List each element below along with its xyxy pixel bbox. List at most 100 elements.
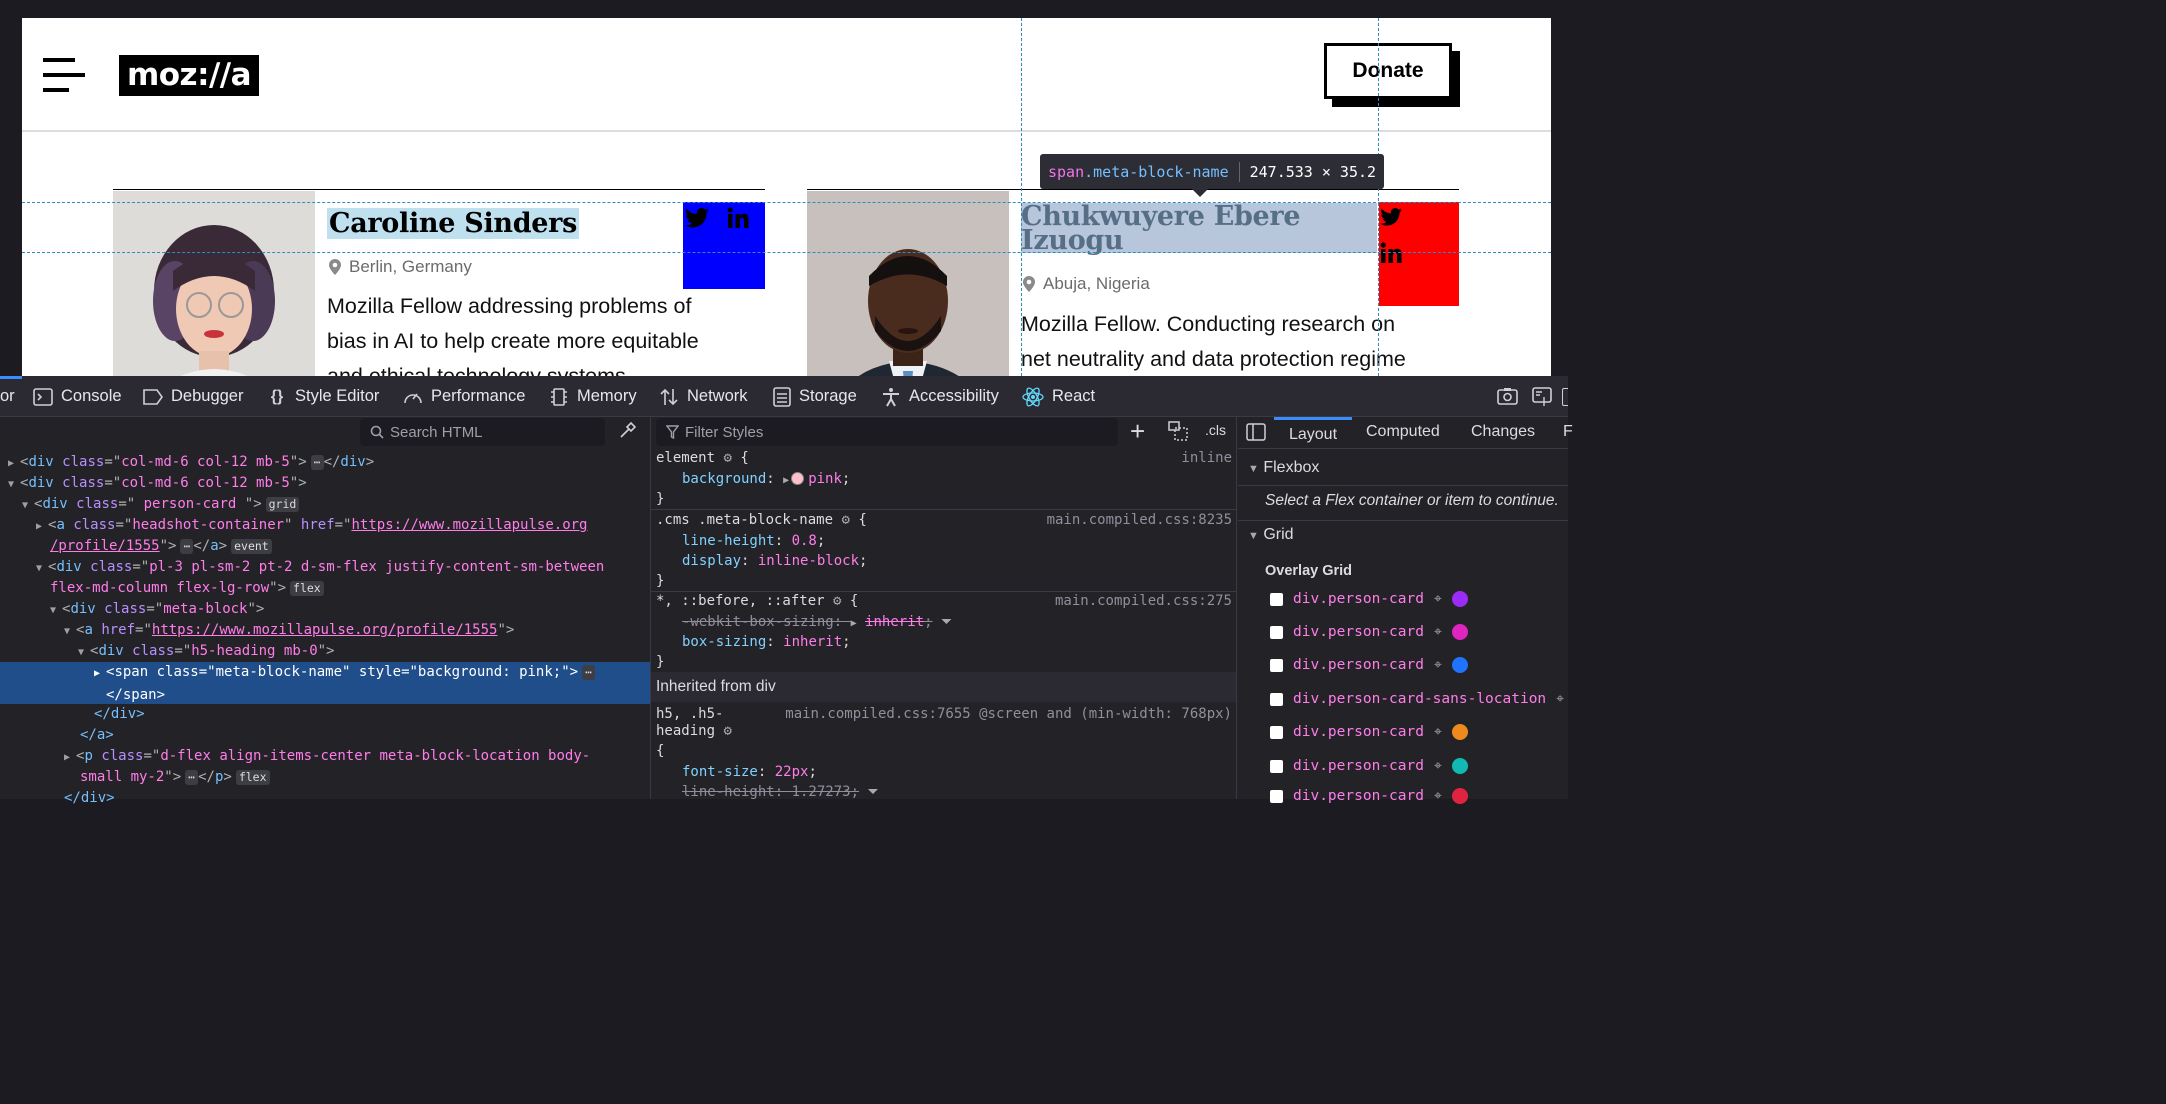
grid-color-swatch[interactable] <box>1451 624 1468 640</box>
search-html-input[interactable]: Search HTML <box>360 418 605 446</box>
tab-storage[interactable]: Storage <box>773 376 857 417</box>
grid-color-swatch[interactable] <box>1451 758 1468 774</box>
tab-inspector[interactable]: or <box>0 376 15 417</box>
memory-icon <box>551 387 567 406</box>
highlighter-guide <box>22 252 1551 253</box>
checkbox[interactable] <box>1270 725 1283 739</box>
checkbox[interactable] <box>1270 789 1283 803</box>
mozilla-logo[interactable]: moz://a <box>119 55 259 96</box>
flexbox-section-header[interactable]: ▼ Flexbox <box>1248 459 1319 477</box>
markup-node[interactable]: ▼ <div class="h5-heading mb-0"> <box>0 641 650 664</box>
markup-node[interactable]: ▼ <div class="col-md-6 col-12 mb-5"> <box>0 473 650 496</box>
tab-performance[interactable]: Performance <box>403 376 525 417</box>
react-icon <box>1022 386 1044 407</box>
headshot-photo[interactable] <box>113 191 315 376</box>
checkbox[interactable] <box>1270 692 1283 706</box>
linkedin-icon[interactable] <box>1380 242 1402 264</box>
rule-source[interactable]: inline <box>1181 448 1232 469</box>
markup-node[interactable]: ▼ <a href="https://www.mozillapulse.org/p… <box>0 620 650 643</box>
checkbox[interactable] <box>1270 658 1283 672</box>
grid-overlay-item[interactable]: div.person-card ⌖ <box>1270 618 1468 646</box>
tab-computed[interactable]: Computed <box>1366 417 1440 448</box>
panel-divider[interactable] <box>650 417 651 799</box>
rule-declaration-overridden[interactable]: line-height: 1.27273; ⏷ <box>656 782 879 803</box>
toggle-sidebar-icon[interactable] <box>1246 423 1266 441</box>
grid-color-swatch[interactable] <box>1451 788 1468 804</box>
accessibility-icon <box>883 387 899 406</box>
description-line: and ethical technology systems <box>327 364 626 376</box>
toggle-classes-button[interactable]: .cls <box>1205 422 1226 438</box>
add-rule-icon[interactable]: + <box>1130 417 1145 445</box>
rule-declaration[interactable]: background: ▶ pink; <box>656 469 850 492</box>
twitter-icon[interactable] <box>685 208 709 228</box>
print-simulation-icon[interactable] <box>1167 420 1189 442</box>
headshot-photo[interactable] <box>807 191 1009 376</box>
grid-section-header[interactable]: ▼ Grid <box>1248 526 1294 544</box>
rule-declaration[interactable]: line-height: 0.8; <box>656 531 825 552</box>
donate-button-wrap: Donate <box>1324 43 1460 107</box>
panel-divider[interactable] <box>1236 417 1237 799</box>
twitter-icon[interactable] <box>1380 208 1402 226</box>
markup-node-selected[interactable]: ▶ <span class="meta-block-name" style="ba… <box>0 662 650 704</box>
person-location: Abuja, Nigeria <box>1023 274 1150 294</box>
markup-node[interactable]: ▶ <p class="d-flex align-items-center met… <box>0 746 650 769</box>
rule-declaration[interactable]: font-size: 22px; <box>656 762 817 783</box>
tab-style-editor[interactable]: {} Style Editor <box>267 376 380 417</box>
tab-fonts[interactable]: F <box>1563 417 1573 448</box>
checkbox[interactable] <box>1270 759 1283 773</box>
tab-network[interactable]: Network <box>659 376 748 417</box>
grid-overlay-item[interactable]: div.person-card ⌖ <box>1270 752 1468 780</box>
flex-badge[interactable]: flex <box>235 770 270 785</box>
markup-node-cont: small my-2"> ⋯ </p> flex <box>0 767 650 788</box>
person-name[interactable]: Caroline Sinders <box>327 208 580 239</box>
inherited-header: Inherited from div <box>651 672 1236 702</box>
grid-color-swatch[interactable] <box>1451 591 1468 607</box>
flex-badge[interactable]: flex <box>290 581 324 596</box>
gear-icon: ⚙ <box>841 512 850 528</box>
markup-node[interactable]: ▶ <a class="headshot-container" href="htt… <box>0 515 650 538</box>
tab-changes[interactable]: Changes <box>1471 417 1535 448</box>
tab-debugger[interactable]: Debugger <box>143 376 243 417</box>
linkedin-icon[interactable] <box>727 207 749 229</box>
tooltip-tag: span <box>1048 162 1085 181</box>
filter-icon: ⏷ <box>940 614 953 630</box>
event-badge[interactable]: event <box>231 539 272 554</box>
color-swatch[interactable] <box>791 472 805 485</box>
crosshair-icon: ⌖ <box>1433 788 1442 804</box>
donate-button[interactable]: Donate <box>1324 43 1452 99</box>
checkbox[interactable] <box>1270 625 1283 639</box>
location-text: Abuja, Nigeria <box>1043 274 1150 293</box>
menu-icon[interactable] <box>43 58 85 92</box>
tab-accessibility[interactable]: Accessibility <box>881 376 999 417</box>
eyedropper-icon[interactable] <box>618 420 638 440</box>
screenshot-icon[interactable] <box>1497 387 1518 405</box>
rule-declaration[interactable]: display: inline-block; <box>656 551 867 572</box>
checkbox[interactable] <box>1270 592 1283 606</box>
tab-react[interactable]: React <box>1022 376 1095 417</box>
grid-overlay-item[interactable]: div.person-card ⌖ <box>1270 718 1468 746</box>
grid-overlay-item[interactable]: div.person-card-sans-location ⌖ <box>1270 685 1564 713</box>
grid-overlay-item[interactable]: div.person-card ⌖ <box>1270 651 1468 679</box>
rule-source[interactable]: main.compiled.css:8235 <box>1047 510 1232 531</box>
person-description: Mozilla Fellow. Conducting research on n… <box>1021 307 1406 376</box>
tab-console[interactable]: Console <box>33 376 122 417</box>
markup-node[interactable]: ▼ <div class=" person-card "> grid <box>0 494 650 517</box>
grid-color-swatch[interactable] <box>1451 657 1468 673</box>
more-tools-icon[interactable] <box>1562 388 1568 406</box>
grid-overlay-item[interactable]: div.person-card ⌖ <box>1270 585 1468 613</box>
tab-memory[interactable]: Memory <box>549 376 637 417</box>
rule-selector: element ⚙ { <box>656 450 749 466</box>
markup-node[interactable]: ▼ <div class="pl-3 pl-sm-2 pt-2 d-sm-flex… <box>0 557 650 580</box>
responsive-design-icon[interactable] <box>1532 387 1552 407</box>
grid-color-swatch[interactable] <box>1451 724 1468 740</box>
grid-overlay-item[interactable]: div.person-card ⌖ <box>1270 782 1468 810</box>
markup-node[interactable]: ▼ <div class="meta-block"> <box>0 599 650 622</box>
tab-layout[interactable]: Layout <box>1274 417 1352 448</box>
markup-node[interactable]: ▶ <div class="col-md-6 col-12 mb-5"> ⋯ </di… <box>0 452 650 475</box>
rule-source[interactable]: main.compiled.css:275 <box>1055 591 1232 612</box>
grid-badge[interactable]: grid <box>265 497 300 512</box>
rule-declaration[interactable]: box-sizing: inherit; <box>656 632 851 653</box>
filter-styles-input[interactable]: Filter Styles <box>656 418 1118 446</box>
rule-source[interactable]: main.compiled.css:7655 @screen and (min-… <box>785 704 1232 725</box>
person-name[interactable]: Chukwuyere Ebere Izuogu <box>1021 203 1377 254</box>
